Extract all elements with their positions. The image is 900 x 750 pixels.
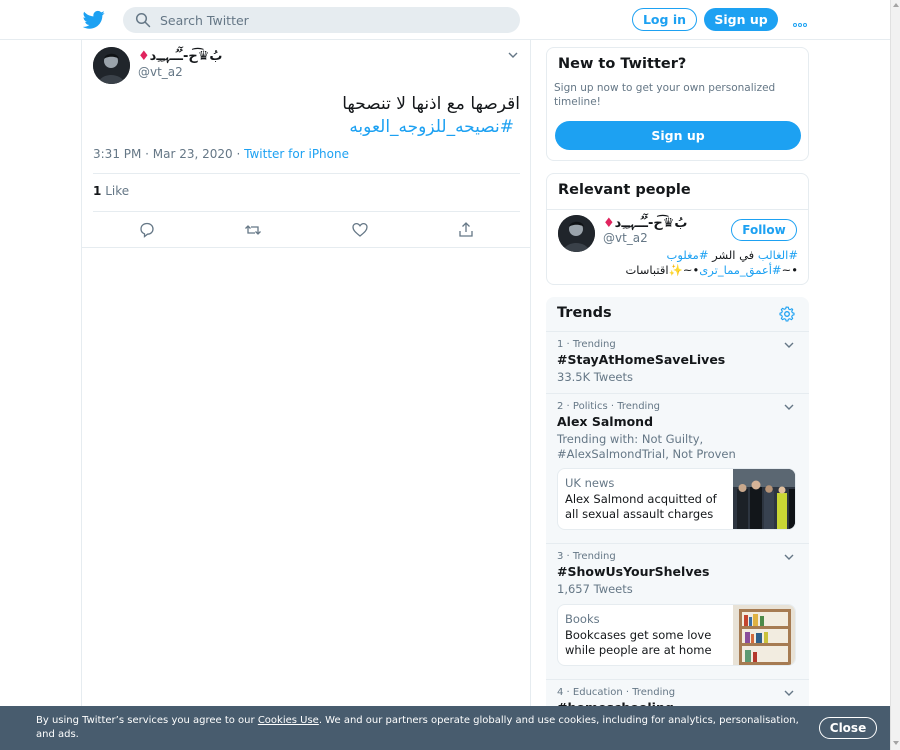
share-icon[interactable]: [457, 221, 475, 239]
gear-icon[interactable]: [779, 306, 795, 322]
tweet-time-text[interactable]: 3:31 PM · Mar 23, 2020 ·: [93, 147, 244, 161]
trend-name: Alex Salmond: [557, 414, 654, 429]
search-bar[interactable]: [123, 7, 520, 33]
news-thumbnail-image: [733, 605, 795, 665]
divider: [93, 211, 520, 212]
news-thumbnail-image: [733, 469, 795, 529]
diamond-icon: ♦: [138, 49, 150, 64]
news-card[interactable]: UK news Alex Salmond acquitted of all se…: [557, 468, 796, 530]
trend-item[interactable]: 1 · Trending #StayAtHomeSaveLives 33.5K …: [546, 331, 809, 393]
news-headline: Bookcases get some love while people are…: [565, 628, 712, 666]
tweet-detail-column: ♦بُ♛͡ح-ـُٓـ‌ُـ‌ﮩـِـ‌ِد @vt_a2 اقرصها مع …: [81, 40, 531, 750]
news-category: UK news: [565, 476, 615, 490]
search-input[interactable]: [160, 10, 500, 30]
news-category: Books: [565, 612, 600, 626]
reply-icon[interactable]: [138, 221, 156, 239]
trend-meta: 3 · Trending: [557, 551, 616, 562]
diamond-icon: ♦: [603, 216, 615, 231]
divider: [82, 247, 531, 248]
trend-name: #ShowUsYourShelves: [557, 564, 710, 579]
card-description: Sign up now to get your own personalized…: [554, 82, 776, 108]
bio-hashtag-link[interactable]: #مغلوب: [667, 248, 709, 262]
card-title: Trends: [557, 305, 612, 321]
divider: [93, 173, 520, 174]
signup-button[interactable]: Sign up: [704, 8, 778, 31]
chevron-down-icon[interactable]: [784, 690, 794, 696]
follow-button[interactable]: Follow: [731, 219, 797, 241]
cookie-consent-banner: By using Twitter’s services you agree to…: [0, 706, 890, 750]
signup-button[interactable]: Sign up: [555, 121, 801, 150]
tweet-text: اقرصها مع اذنها لا تنصحها: [342, 94, 520, 114]
chevron-down-icon[interactable]: [508, 52, 518, 58]
news-headline: Alex Salmond acquitted of all sexual ass…: [565, 492, 717, 521]
tweet-author-name[interactable]: ♦بُ♛͡ح-ـُٓـ‌ُـ‌ﮩـِـ‌ِد: [138, 49, 222, 64]
cookie-text: By using Twitter’s services you agree to…: [36, 714, 806, 742]
tweet-source-link[interactable]: Twitter for iPhone: [244, 147, 349, 161]
bio-text: •~: [781, 263, 798, 277]
bio-text: •~✨اقتباسات: [625, 263, 700, 277]
cookies-use-link[interactable]: Cookies Use: [258, 715, 319, 726]
chevron-down-icon[interactable]: [784, 404, 794, 410]
top-navigation-bar: Log in Sign up: [0, 0, 890, 40]
scroll-up-arrow-icon[interactable]: [893, 3, 899, 7]
person-bio-line-1: #الغالب في الشر #مغلوب: [558, 248, 798, 263]
person-bio-line-2: •~#أعمق_مما_ترى•~✨اقتباسات: [558, 263, 798, 278]
like-count-number: 1: [93, 184, 102, 198]
news-card[interactable]: Books Bookcases get some love while peop…: [557, 604, 796, 666]
chevron-down-icon[interactable]: [784, 554, 794, 560]
profile-photo: [93, 47, 130, 84]
trends-card: Trends 1 · Trending #StayAtHomeSaveLives…: [546, 297, 809, 717]
trend-item[interactable]: 3 · Trending #ShowUsYourShelves 1,657 Tw…: [546, 543, 809, 679]
chevron-down-icon[interactable]: [784, 342, 794, 348]
login-button[interactable]: Log in: [632, 8, 697, 31]
cookie-text-prefix: By using Twitter’s services you agree to…: [36, 715, 258, 726]
person-name-text: بُ♛͡ح-ـُٓـ‌ُـ‌ﮩـِـ‌ِد: [614, 216, 688, 231]
relevant-people-card: Relevant people ♦بُ♛͡ح-ـُٓـ‌ُـ‌ﮩـِـ‌ِد @…: [546, 173, 809, 285]
divider: [547, 209, 808, 210]
person-name[interactable]: ♦بُ♛͡ح-ـُٓـ‌ُـ‌ﮩـِـ‌ِد: [603, 216, 687, 231]
card-title: Relevant people: [558, 182, 691, 198]
bio-text: في الشر: [708, 248, 758, 262]
avatar[interactable]: [93, 47, 130, 84]
close-button[interactable]: Close: [819, 717, 877, 739]
trend-name: #StayAtHomeSaveLives: [557, 352, 726, 367]
profile-photo: [558, 215, 595, 252]
more-options-icon[interactable]: [793, 16, 809, 27]
search-icon: [135, 12, 151, 28]
trend-tweet-count: 1,657 Tweets: [557, 582, 633, 596]
author-name-text: بُ♛͡ح-ـُٓـ‌ُـ‌ﮩـِـ‌ِد: [149, 49, 223, 64]
new-to-twitter-card: New to Twitter? Sign up now to get your …: [546, 47, 809, 161]
scroll-down-arrow-icon[interactable]: [893, 741, 899, 745]
heart-icon[interactable]: [351, 221, 369, 239]
like-count-label: Like: [105, 184, 130, 198]
bio-hashtag-link[interactable]: #الغالب: [758, 248, 798, 262]
page-scrollbar[interactable]: [890, 0, 900, 750]
twitter-logo-icon[interactable]: [83, 10, 105, 30]
tweet-like-count[interactable]: 1 Like: [93, 184, 129, 198]
tweet-hashtag-link[interactable]: #نصيحه_للزوجه_العوبه: [232, 116, 514, 138]
tweet-author-handle[interactable]: @vt_a2: [138, 65, 183, 79]
trend-tweet-count: 33.5K Tweets: [557, 370, 633, 384]
trend-meta: 2 · Politics · Trending: [557, 401, 661, 412]
person-handle[interactable]: @vt_a2: [603, 231, 648, 245]
trend-meta: 1 · Trending: [557, 339, 616, 350]
avatar[interactable]: [558, 215, 595, 252]
retweet-icon[interactable]: [244, 221, 262, 239]
trend-item[interactable]: 2 · Politics · Trending Alex Salmond Tre…: [546, 393, 809, 543]
trend-meta: 4 · Education · Trending: [557, 687, 676, 698]
bio-hashtag-link[interactable]: #أعمق_مما_ترى: [699, 263, 781, 277]
tweet-timestamp: 3:31 PM · Mar 23, 2020 · Twitter for iPh…: [93, 147, 349, 161]
card-title: New to Twitter?: [558, 56, 687, 72]
trend-context: Trending with: Not Guilty, #AlexSalmondT…: [557, 432, 736, 461]
